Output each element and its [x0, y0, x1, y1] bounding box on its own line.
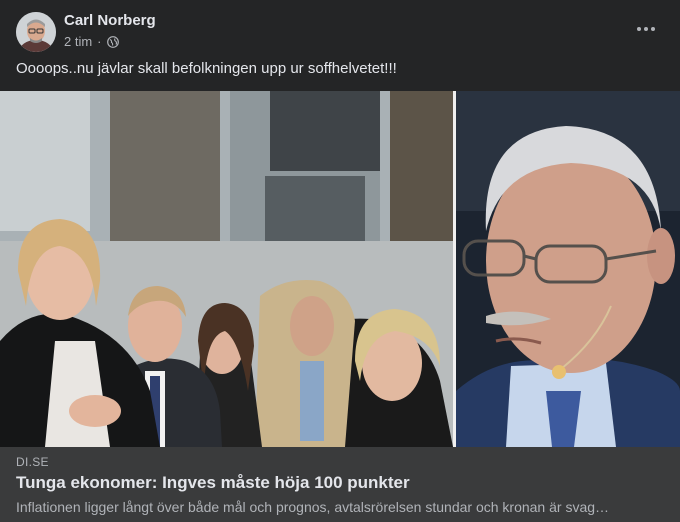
portrait-photo[interactable]	[456, 91, 680, 447]
post-media[interactable]	[0, 91, 680, 447]
post-time[interactable]: 2 tim	[64, 34, 92, 49]
post-text: Oooops..nu jävlar skall befolkningen upp…	[16, 60, 397, 77]
author-name[interactable]: Carl Norberg	[64, 12, 156, 29]
post-meta: 2 tim ·	[64, 34, 119, 49]
group-photo[interactable]	[0, 91, 453, 447]
link-description: Inflationen ligger långt över både mål o…	[16, 499, 610, 515]
facebook-post: Carl Norberg 2 tim · Oooops..nu jävlar s…	[0, 0, 680, 522]
link-preview[interactable]: DI.SE Tunga ekonomer: Ingves måste höja …	[0, 447, 680, 522]
link-domain: DI.SE	[16, 455, 49, 469]
meta-separator: ·	[97, 34, 102, 49]
post-header: Carl Norberg 2 tim ·	[0, 0, 680, 58]
author-avatar[interactable]	[16, 12, 56, 52]
globe-icon	[106, 35, 119, 48]
more-options-icon[interactable]	[632, 18, 660, 40]
link-title[interactable]: Tunga ekonomer: Ingves måste höja 100 pu…	[16, 473, 656, 493]
